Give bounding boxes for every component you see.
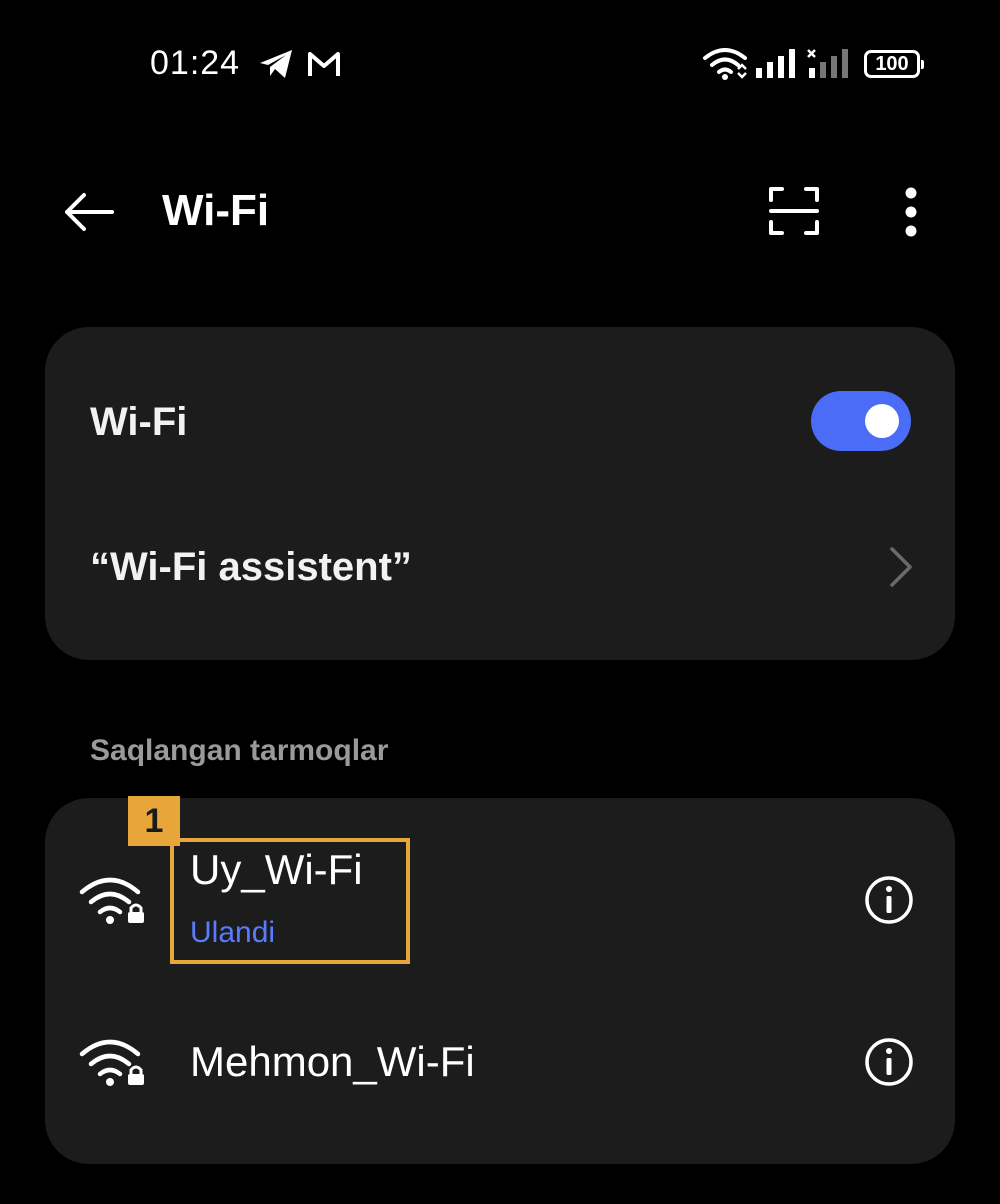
network-name: Mehmon_Wi-Fi [190, 1038, 475, 1085]
toggle-knob [865, 404, 899, 438]
telegram-icon [260, 50, 292, 78]
info-icon[interactable] [864, 875, 914, 925]
page-title: Wi-Fi [162, 186, 270, 235]
signal-icon [756, 49, 795, 78]
status-bar: 01:24 100 [0, 0, 1000, 130]
info-icon[interactable] [864, 1037, 914, 1087]
wifi-assistant-label[interactable]: “Wi-Fi assistent” [90, 545, 412, 590]
more-vertical-icon[interactable] [898, 186, 924, 238]
wifi-toggle[interactable] [811, 391, 911, 451]
qr-scan-icon[interactable] [768, 186, 820, 236]
status-time: 01:24 [150, 44, 241, 82]
saved-networks-heading: Saqlangan tarmoqlar [90, 734, 389, 767]
wifi-toggle-label: Wi-Fi [90, 400, 188, 444]
wifi-lock-icon [79, 877, 144, 924]
wifi-status-icon [703, 48, 747, 80]
annotation-marker: 1 [128, 796, 180, 846]
wifi-lock-icon [79, 1039, 144, 1086]
chevron-right-icon[interactable] [888, 546, 914, 588]
wifi-settings-card [45, 327, 955, 660]
signal-no-service-icon [807, 49, 848, 78]
gmail-icon [308, 52, 340, 76]
arrow-left-icon[interactable] [62, 190, 116, 234]
battery-icon: 100 [864, 50, 924, 78]
highlight-box [170, 838, 410, 964]
